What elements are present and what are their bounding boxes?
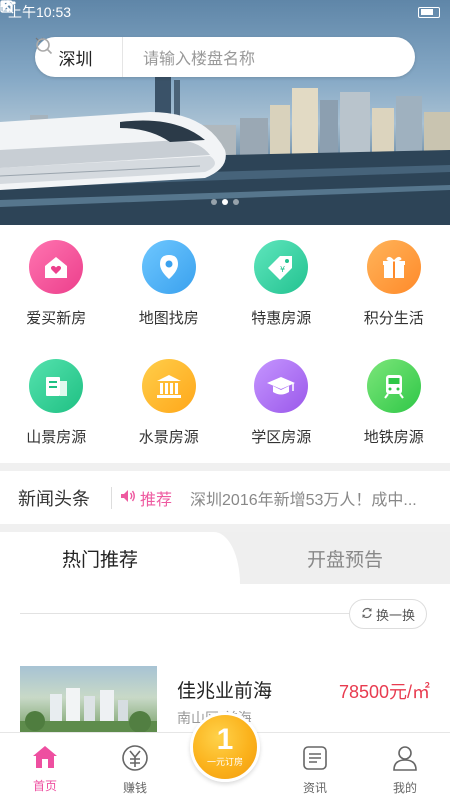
section-divider — [0, 463, 450, 471]
refresh-icon — [361, 607, 376, 622]
news-tag-label: 推荐 — [140, 492, 173, 509]
refresh-button[interactable]: 换一换 — [349, 599, 427, 629]
nav-mine-label: 我的 — [392, 781, 417, 795]
category-label: 学区房源 — [251, 429, 312, 446]
category-label: 地图找房 — [138, 310, 199, 327]
nav-home[interactable]: 首页 — [0, 733, 90, 800]
columns-building-icon — [141, 359, 196, 413]
tab-hot[interactable]: 热门推荐 — [0, 532, 240, 584]
status-icons — [0, 0, 440, 18]
news-divider — [111, 487, 112, 509]
carousel-dot[interactable] — [211, 199, 217, 205]
section-divider — [0, 524, 450, 532]
status-time: 上午10:53 — [8, 4, 72, 20]
graduation-cap-icon — [254, 359, 309, 413]
banner-image — [0, 50, 450, 225]
category-discount[interactable]: ¥ 特惠房源 — [225, 225, 338, 344]
map-pin-icon — [141, 240, 196, 294]
house-heart-icon — [29, 240, 84, 294]
category-points[interactable]: 积分生活 — [338, 225, 450, 344]
search-input[interactable]: 请输入楼盘名称 — [123, 45, 375, 69]
category-label: 特惠房源 — [251, 310, 312, 327]
category-grid: 爱买新房 地图找房 ¥ 特惠房源 积分生活 山景房源 水景房源 学区房源 地铁房… — [0, 225, 450, 463]
news-doc-icon — [301, 744, 329, 775]
category-label: 地铁房源 — [363, 429, 424, 446]
user-icon — [391, 744, 419, 775]
nav-mine[interactable]: 我的 — [360, 733, 450, 800]
gift-icon — [366, 240, 421, 294]
news-tag: 推荐 — [120, 486, 172, 510]
nav-earn[interactable]: 赚钱 — [90, 733, 180, 800]
one-yuan-order-button[interactable]: 1 一元订房 — [190, 712, 260, 782]
recommend-tabs: 开盘预告 热门推荐 — [0, 532, 450, 584]
status-bar: 上午10:53 — [0, 0, 450, 24]
yuan-coin-icon — [121, 744, 149, 775]
carousel-dots — [0, 199, 450, 205]
category-new-house[interactable]: 爱买新房 — [0, 225, 113, 344]
home-icon — [31, 744, 59, 773]
battery-icon — [418, 6, 440, 18]
divider-line — [20, 613, 350, 614]
listing-price: 78500元/㎡ — [338, 682, 430, 702]
svg-text:¥: ¥ — [280, 265, 285, 274]
refresh-label: 换一换 — [375, 607, 415, 623]
category-map-search[interactable]: 地图找房 — [113, 225, 226, 344]
listing-name: 佳兆业前海 — [177, 681, 273, 702]
recommend-list: 换一换 佳兆业前海 78500元/㎡ 南山区-前海 — [0, 584, 450, 736]
mountain-building-icon — [29, 359, 84, 413]
news-section-title: 新闻头条 — [18, 489, 90, 509]
category-water-view[interactable]: 水景房源 — [113, 344, 226, 463]
city-name: 深圳 — [58, 49, 93, 69]
category-label: 积分生活 — [363, 310, 424, 327]
category-label: 山景房源 — [26, 429, 87, 446]
search-bar[interactable]: 深圳 请输入楼盘名称 — [35, 37, 415, 77]
banner-carousel[interactable]: 上午10:53 深圳 请输入楼盘名称 — [0, 0, 450, 225]
category-school-district[interactable]: 学区房源 — [225, 344, 338, 463]
nav-earn-label: 赚钱 — [122, 781, 147, 795]
carousel-dot[interactable] — [233, 199, 239, 205]
center-button-label: 一元订房 — [206, 757, 243, 767]
discount-tag-icon: ¥ — [254, 240, 309, 294]
speaker-icon — [120, 488, 136, 509]
app-screen: 上午10:53 深圳 请输入楼盘名称 爱买新房 地图找房 ¥ 特惠房源 积分生活… — [0, 0, 450, 800]
tab-upcoming[interactable]: 开盘预告 — [240, 532, 450, 584]
category-metro[interactable]: 地铁房源 — [338, 344, 450, 463]
category-label: 爱买新房 — [26, 310, 87, 327]
category-label: 水景房源 — [138, 429, 199, 446]
listing-thumbnail — [20, 666, 157, 736]
news-headline[interactable]: 深圳2016年新增53万人！成中... — [190, 486, 440, 510]
nav-home-label: 首页 — [32, 779, 57, 793]
category-mountain-view[interactable]: 山景房源 — [0, 344, 113, 463]
refresh-row: 换一换 — [20, 599, 427, 629]
center-button-number: 1 — [216, 723, 234, 756]
carousel-dot-active[interactable] — [222, 199, 228, 205]
metro-train-icon — [366, 359, 421, 413]
news-ticker[interactable]: 新闻头条 推荐 深圳2016年新增53万人！成中... — [0, 472, 450, 524]
nav-news-label: 资讯 — [302, 781, 327, 795]
nav-news[interactable]: 资讯 — [270, 733, 360, 800]
